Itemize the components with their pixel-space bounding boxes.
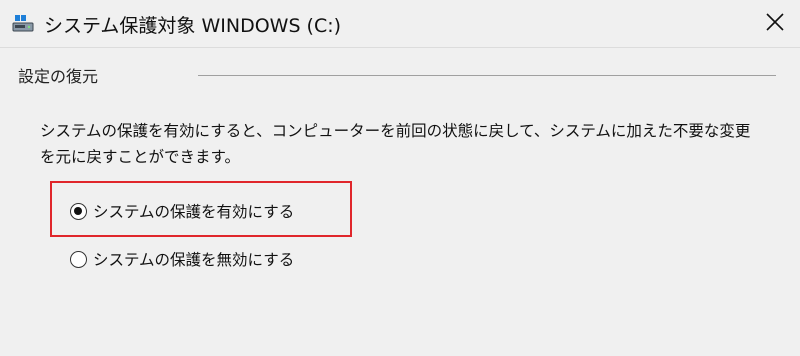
dialog-content: 設定の復元 システムの保護を有効にすると、コンピューターを前回の状態に戻して、シ… — [0, 48, 800, 356]
group-divider — [198, 75, 776, 76]
radio-dot — [74, 206, 82, 215]
radio-button-selected[interactable] — [70, 202, 87, 220]
radio-disable-label: システムの保護を無効にする — [93, 251, 295, 269]
radio-enable-protection[interactable]: システムの保護を有効にする — [70, 200, 294, 222]
group-title: 設定の復元 — [18, 67, 99, 86]
description-text: システムの保護を有効にすると、コンピューターを前回の状態に戻して、システムに加え… — [40, 122, 751, 166]
window-title: システム保護対象 WINDOWS (C:) — [44, 15, 342, 37]
title-bar: システム保護対象 WINDOWS (C:) — [0, 0, 800, 48]
radio-disable-protection[interactable]: システムの保護を無効にする — [70, 248, 294, 270]
close-button[interactable] — [750, 0, 800, 46]
drive-icon — [12, 14, 34, 34]
close-icon — [766, 13, 784, 31]
radio-enable-label: システムの保護を有効にする — [93, 203, 295, 221]
radio-button-unselected[interactable] — [70, 250, 87, 268]
